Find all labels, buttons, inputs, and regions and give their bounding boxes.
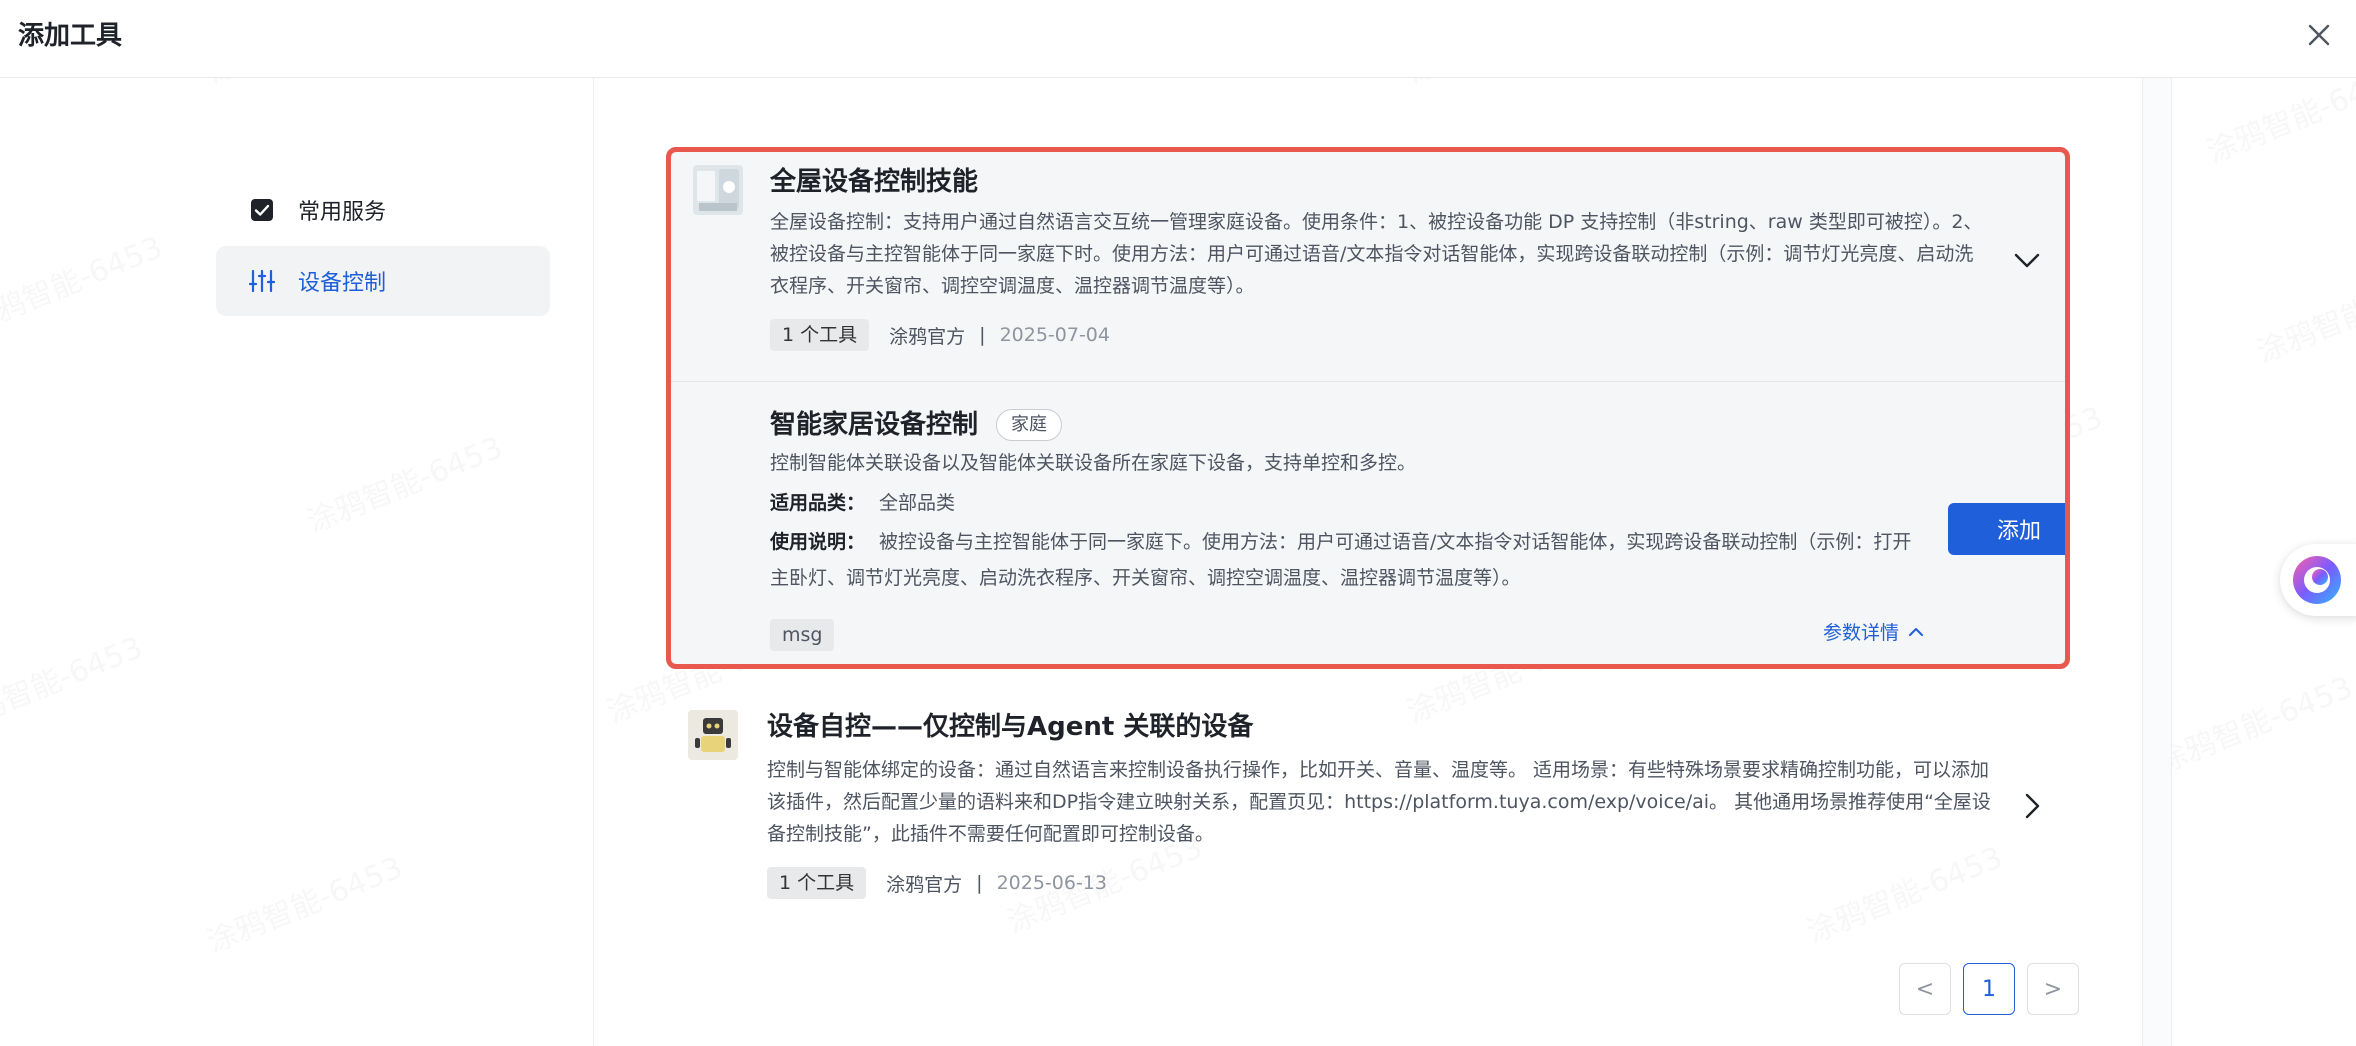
tool-author: 涂鸦官方: [889, 325, 966, 348]
sliders-icon: [248, 267, 276, 295]
tool-author: 涂鸦官方: [886, 873, 963, 896]
chevron-right-icon: [2025, 793, 2040, 819]
tool-title: 全屋设备控制技能: [770, 167, 979, 197]
tool-date: 2025-07-04: [999, 324, 1110, 346]
sub-tool-description: 控制智能体关联设备以及智能体关联设备所在家庭下设备，支持单控和多控。: [770, 452, 1417, 474]
tool-count-badge: 1 个工具: [767, 867, 867, 899]
tool-description: 全屋设备控制：支持用户通过自然语言交互统一管理家庭设备。使用条件：1、被控设备功…: [770, 211, 1983, 297]
sub-tool-title-row: 智能家居设备控制 家庭: [770, 408, 1063, 442]
watermark-text: 涂鸦智能-6453: [2252, 260, 2356, 371]
close-button[interactable]: [2300, 16, 2338, 54]
sidebar-item-label: 常用服务: [298, 200, 387, 225]
tool-meta: 1 个工具 涂鸦官方 | 2025-07-04: [770, 319, 1110, 351]
tool-thumbnail: [693, 165, 743, 215]
tool-thumbnail: [688, 710, 738, 760]
chevron-left-icon: <: [1915, 976, 1935, 1002]
pagination-next[interactable]: >: [2027, 963, 2079, 1015]
tool-card-expanded[interactable]: 全屋设备控制技能 全屋设备控制：支持用户通过自然语言交互统一管理家庭设备。使用条…: [666, 147, 2070, 669]
usage-label: 使用说明：: [770, 531, 866, 553]
dialog-title: 添加工具: [18, 21, 123, 51]
pagination-prev[interactable]: <: [1899, 963, 1951, 1015]
pagination-page-1[interactable]: 1: [1963, 963, 2015, 1015]
usage-value: 被控设备与主控智能体于同一家庭下。使用方法：用户可通过语音/文本指令对话智能体，…: [770, 531, 1912, 589]
chevron-right-icon: >: [2043, 976, 2063, 1002]
watermark-text: 涂鸦智能-6453: [2152, 670, 2356, 781]
collapse-toggle[interactable]: [2011, 244, 2043, 276]
ai-assistant-icon: [2293, 556, 2341, 604]
tool-description: 控制与智能体绑定的设备：通过自然语言来控制设备执行操作，比如开关、音量、温度等。…: [767, 759, 1991, 845]
tool-date: 2025-06-13: [996, 872, 1107, 894]
sidebar: 常用服务 设备控制: [0, 78, 594, 1046]
meta-separator: |: [976, 872, 983, 894]
tool-meta: 1 个工具 涂鸦官方 | 2025-06-13: [767, 867, 1107, 899]
param-details-label: 参数详情: [1823, 622, 1900, 644]
ai-assistant-button[interactable]: [2280, 544, 2356, 616]
tool-count-badge: 1 个工具: [770, 319, 870, 351]
sub-tool-category: 适用品类： 全部品类: [770, 487, 955, 519]
sub-tool-usage: 使用说明： 被控设备与主控智能体于同一家庭下。使用方法：用户可通过语音/文本指令对…: [770, 524, 1930, 596]
scrollbar-track[interactable]: [2142, 78, 2172, 1046]
dialog-header: 添加工具: [0, 0, 2356, 78]
expand-toggle[interactable]: [2016, 790, 2048, 822]
sidebar-item-device-control[interactable]: 设备控制: [216, 246, 550, 316]
param-details-link[interactable]: 参数详情: [1823, 618, 1927, 645]
tool-title: 设备自控——仅控制与Agent 关联的设备: [767, 712, 1254, 742]
category-label: 适用品类：: [770, 492, 866, 514]
checkbox-checked-icon[interactable]: [248, 196, 276, 224]
sidebar-item-common-services[interactable]: 常用服务: [216, 175, 550, 245]
sidebar-item-label: 设备控制: [298, 271, 387, 296]
chevron-down-icon: [2014, 253, 2040, 268]
tool-card-header[interactable]: 全屋设备控制技能 全屋设备控制：支持用户通过自然语言交互统一管理家庭设备。使用条…: [671, 152, 2065, 382]
meta-separator: |: [979, 324, 986, 346]
close-icon: [2308, 24, 2330, 46]
add-button[interactable]: 添加: [1948, 503, 2065, 555]
param-tag: msg: [770, 619, 835, 651]
sub-tool-title: 智能家居设备控制: [770, 410, 979, 440]
tool-card[interactable]: 设备自控——仅控制与Agent 关联的设备 控制与智能体绑定的设备：通过自然语言…: [666, 690, 2070, 920]
category-value: 全部品类: [879, 492, 956, 514]
chevron-up-icon: [1909, 627, 1924, 636]
sub-tool-tag: 家庭: [996, 409, 1063, 441]
